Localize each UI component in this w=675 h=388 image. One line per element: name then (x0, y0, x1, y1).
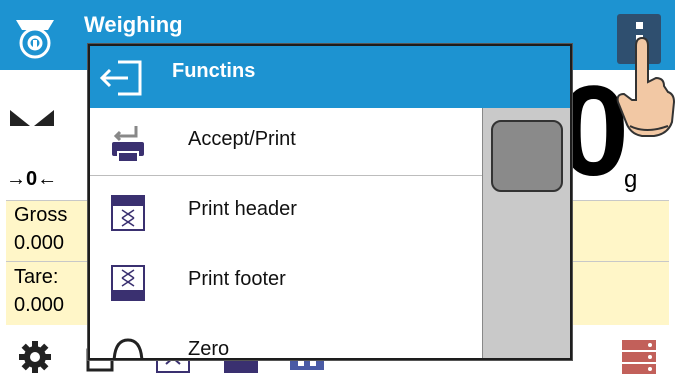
list-item-accept-print[interactable]: Accept/Print (90, 108, 482, 176)
zero-indicator: →0← (6, 168, 58, 190)
database-icon[interactable] (620, 338, 658, 376)
popup-header: Functins (90, 46, 570, 108)
scale-icon (16, 20, 54, 59)
scroll-thumb[interactable] (491, 120, 563, 192)
item-label: Zero (188, 338, 230, 358)
list-item-print-footer[interactable]: Print footer (90, 248, 482, 316)
print-footer-icon (111, 265, 145, 301)
print-header-icon (111, 195, 145, 231)
divider (90, 175, 482, 176)
stability-icon (10, 110, 54, 126)
scrollbar[interactable] (482, 108, 570, 358)
pointing-hand-icon (616, 36, 675, 137)
exit-back-icon[interactable] (98, 56, 146, 100)
item-label: Print header (188, 198, 297, 220)
item-label: Accept/Print (188, 128, 296, 150)
vertical-dots-icon (636, 22, 643, 29)
popup-title: Functins (172, 60, 256, 82)
settings-gear-icon[interactable] (16, 338, 54, 376)
zero-icon (112, 338, 144, 358)
gross-label: Gross (14, 204, 68, 226)
item-label: Print footer (188, 268, 286, 290)
weight-unit[interactable]: g (624, 166, 637, 194)
printer-accept-icon (112, 126, 144, 163)
functions-popup: Functins Accept/Print Print header Print… (88, 44, 572, 360)
tare-value: 0.000 (14, 294, 65, 316)
app-title: Weighing (84, 12, 183, 37)
tare-label: Tare: (14, 266, 59, 288)
list-item-print-header[interactable]: Print header (90, 178, 482, 246)
list-item-zero[interactable]: Zero (90, 318, 482, 358)
functions-list: Accept/Print Print header Print footer Z… (90, 108, 482, 358)
gross-value: 0.000 (14, 232, 65, 254)
